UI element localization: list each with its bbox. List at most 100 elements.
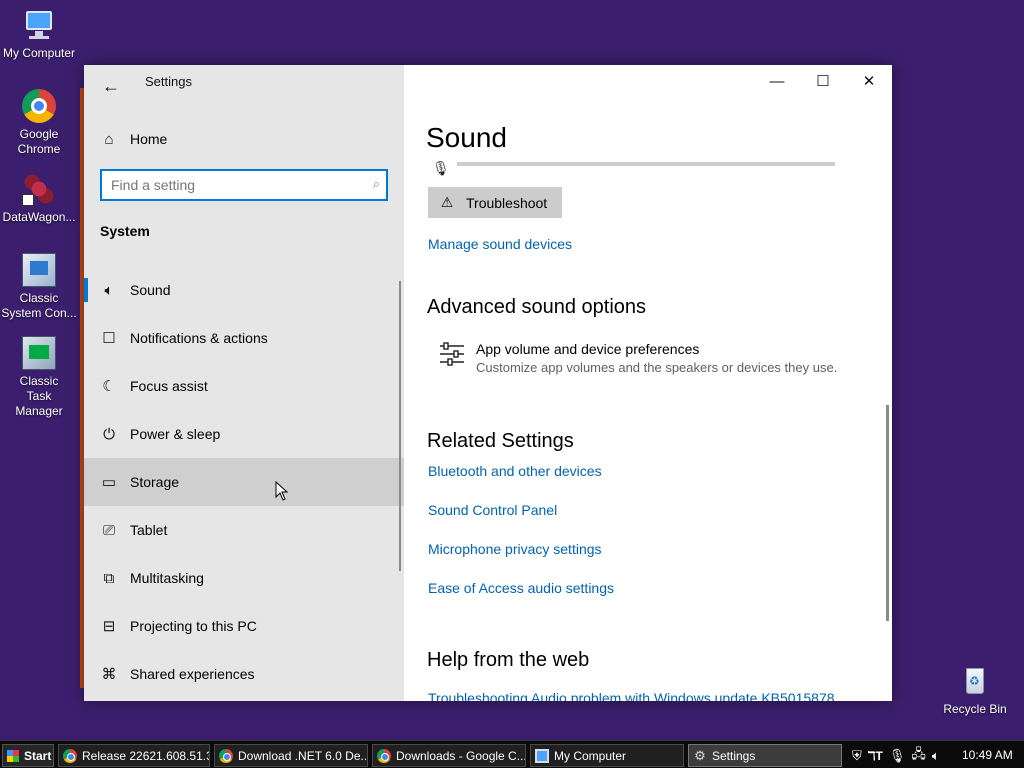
chrome-icon (219, 748, 233, 763)
nav-home-label: Home (130, 131, 168, 147)
computer-icon (22, 8, 56, 42)
taskbar-clock[interactable]: 10:49 AM (962, 748, 1013, 762)
notification-icon: ☐ (102, 330, 116, 347)
share-icon: ⌘ (101, 666, 117, 683)
taskbar-item-label: Release 22621.608.51.3... (82, 748, 210, 763)
nav-item-storage[interactable]: ▭ Storage (84, 458, 404, 506)
chrome-icon (22, 89, 56, 123)
close-icon: ✕ (862, 73, 876, 90)
troubleshoot-label: Troubleshoot (466, 194, 548, 211)
nav-item-label: Sound (130, 282, 171, 298)
nav-list: 🔈︎ Sound ☐ Notifications & actions ☾ Foc… (84, 266, 404, 698)
desktop-icon-datawagon[interactable]: DataWagon... (0, 172, 78, 225)
desktop-icon-label: DataWagon... (2, 210, 76, 224)
language-icon[interactable]: ℸT (868, 749, 883, 763)
app-volume-description: Customize app volumes and the speakers o… (476, 360, 838, 375)
nav-item-label: Storage (130, 474, 180, 490)
nav-item-label: Power & sleep (130, 426, 221, 442)
desktop-icon-my-computer[interactable]: My Computer (0, 8, 78, 61)
task-manager-icon (22, 336, 56, 370)
taskbar-item-label: Download .NET 6.0 De... (238, 748, 368, 763)
datawagon-icon (22, 172, 56, 206)
tablet-icon: ⎚ (102, 521, 115, 539)
chrome-icon (63, 748, 77, 763)
manage-sound-devices-link[interactable]: Manage sound devices (428, 236, 572, 252)
related-link-microphone-privacy[interactable]: Microphone privacy settings (428, 541, 602, 557)
nav-scrollbar[interactable] (399, 281, 401, 571)
shield-icon[interactable]: ⛨ (852, 748, 862, 764)
start-button[interactable]: Start (2, 744, 54, 767)
back-button[interactable]: ← (96, 71, 126, 101)
mic-level-meter (457, 162, 835, 166)
settings-window: ← Settings ⌂ Home ⌕ System 🔈︎ Sound ☐ No… (84, 65, 892, 701)
search-input[interactable] (102, 177, 352, 193)
nav-item-label: Notifications & actions (130, 330, 268, 346)
content-scrollbar[interactable] (886, 405, 889, 621)
taskbar-item-release[interactable]: Release 22621.608.51.3... (58, 744, 210, 767)
taskbar-item-settings[interactable]: ⚙ Settings (688, 744, 842, 767)
taskbar-item-download-dotnet[interactable]: Download .NET 6.0 De... (214, 744, 368, 767)
nav-item-shared-experiences[interactable]: ⌘ Shared experiences (84, 650, 404, 698)
back-arrow-icon: ← (102, 76, 120, 96)
nav-item-tablet[interactable]: ⎚ Tablet (84, 506, 404, 554)
home-icon: ⌂ (104, 130, 114, 148)
nav-item-notifications[interactable]: ☐ Notifications & actions (84, 314, 404, 362)
nav-item-label: Projecting to this PC (130, 618, 257, 634)
taskbar-item-label: My Computer (554, 748, 627, 763)
minimize-icon: — (769, 72, 785, 90)
related-link-bluetooth[interactable]: Bluetooth and other devices (428, 463, 602, 479)
help-link-troubleshooting-audio[interactable]: Troubleshooting Audio problem with Windo… (428, 690, 835, 701)
advanced-sound-heading: Advanced sound options (427, 296, 647, 318)
app-title: Settings (145, 74, 192, 89)
taskbar-item-my-computer[interactable]: My Computer (530, 744, 684, 767)
nav-item-focus-assist[interactable]: ☾ Focus assist (84, 362, 404, 410)
gear-icon: ⚙ (694, 747, 706, 763)
nav-section-heading: System (100, 223, 150, 239)
maximize-icon: ☐ (816, 73, 830, 90)
nav-item-projecting[interactable]: ⊟ Projecting to this PC (84, 602, 404, 650)
network-icon[interactable]: 🖧︎ (911, 745, 926, 767)
nav-item-label: Tablet (130, 522, 168, 538)
speaker-icon: 🔈︎ (104, 281, 114, 299)
nav-item-label: Multitasking (130, 570, 204, 586)
troubleshoot-button[interactable]: ⚠ Troubleshoot (428, 187, 562, 218)
storage-icon: ▭ (101, 474, 117, 491)
control-panel-icon (22, 253, 56, 287)
desktop-icon-classic-task-manager[interactable]: Classic Task Manager (0, 336, 78, 419)
maximize-button[interactable]: ☐ (800, 65, 846, 97)
related-link-sound-control-panel[interactable]: Sound Control Panel (428, 502, 557, 518)
nav-item-multitasking[interactable]: ⧉ Multitasking (84, 554, 404, 602)
nav-item-power-sleep[interactable]: ⏻ Power & sleep (84, 410, 404, 458)
projector-icon: ⊟ (102, 618, 116, 635)
help-heading: Help from the web (427, 649, 590, 671)
desktop-icon-recycle-bin[interactable]: Recycle Bin (936, 664, 1014, 717)
desktop-icon-label: Classic Task Manager (15, 374, 63, 418)
volume-icon[interactable]: 🔈︎ (932, 748, 940, 764)
microphone-icon: 🎙︎ (432, 160, 450, 176)
taskbar: Start Release 22621.608.51.3... Download… (0, 740, 1024, 768)
desktop-icon-classic-system-control[interactable]: Classic System Con... (0, 253, 78, 321)
sliders-icon[interactable] (438, 340, 466, 368)
nav-item-label: Shared experiences (130, 666, 255, 682)
nav-item-label: Focus assist (130, 378, 208, 394)
power-icon: ⏻ (103, 425, 115, 443)
taskbar-item-downloads-chrome[interactable]: Downloads - Google C... (372, 744, 526, 767)
desktop-icon-label: Google Chrome (17, 127, 61, 156)
moon-icon: ☾ (102, 378, 116, 395)
desktop-icon-label: Classic System Con... (1, 291, 77, 320)
minimize-button[interactable]: — (754, 65, 800, 97)
start-label: Start (24, 748, 52, 763)
desktop-icon-google-chrome[interactable]: Google Chrome (0, 89, 78, 157)
chrome-icon (377, 748, 391, 763)
microphone-icon[interactable]: 🎙︎ (889, 748, 906, 764)
close-button[interactable]: ✕ (846, 65, 892, 97)
app-volume-title[interactable]: App volume and device preferences (476, 341, 699, 357)
related-link-ease-of-access-audio[interactable]: Ease of Access audio settings (428, 580, 614, 596)
nav-home[interactable]: ⌂ Home (84, 119, 404, 159)
search-icon[interactable]: ⌕ (373, 176, 380, 192)
page-title: Sound (426, 122, 507, 153)
desktop-icon-label: My Computer (2, 46, 76, 60)
nav-item-sound[interactable]: 🔈︎ Sound (84, 266, 404, 314)
taskbar-item-label: Downloads - Google C... (396, 748, 526, 763)
system-tray: ⛨ ℸT 🎙︎ 🖧︎ 🔈︎ (852, 744, 940, 767)
